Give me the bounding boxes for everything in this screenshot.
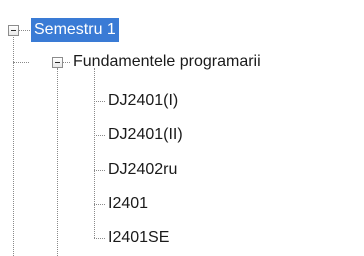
tree-node-group[interactable]: DJ2401(II)	[105, 123, 186, 147]
tree-connector-level2	[94, 68, 95, 238]
tree-node-group[interactable]: DJ2402ru	[105, 158, 180, 182]
tree-connector-level1-children	[57, 68, 58, 256]
tree-connector-root	[13, 30, 14, 256]
tree-node-group[interactable]: I2401SE	[105, 226, 172, 250]
tree-connector-leaf-5	[94, 238, 105, 239]
tree-connector-level1	[13, 62, 29, 63]
root-collapse-toggle-icon[interactable]	[8, 25, 19, 36]
tree-view[interactable]: Semestru 1 Fundamentele programarii DJ24…	[0, 0, 364, 256]
tree-connector-leaf-4	[94, 204, 105, 205]
tree-node-group[interactable]: DJ2401(I)	[105, 89, 181, 113]
tree-node-course[interactable]: Fundamentele programarii	[70, 50, 264, 74]
course-collapse-toggle-icon[interactable]	[52, 57, 63, 68]
tree-node-semestru-1[interactable]: Semestru 1	[31, 18, 119, 42]
tree-connector-leaf-3	[94, 170, 105, 171]
tree-connector-level1-stub	[62, 62, 70, 63]
tree-node-group[interactable]: I2401	[105, 192, 151, 216]
tree-connector-leaf-1	[94, 101, 105, 102]
tree-connector-leaf-2	[94, 135, 105, 136]
